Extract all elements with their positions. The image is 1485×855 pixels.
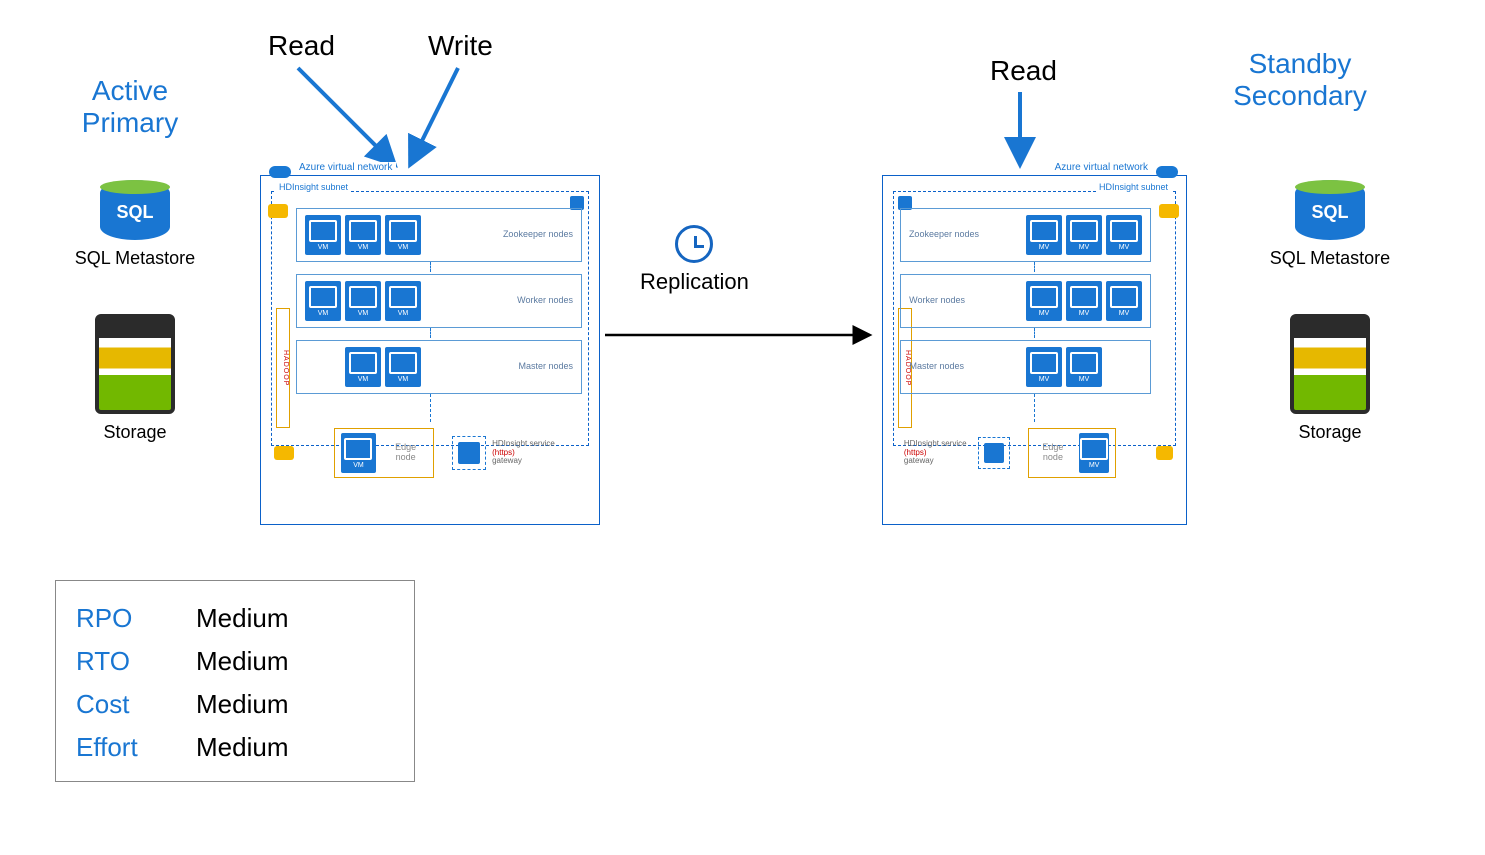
vm-icon bbox=[385, 281, 421, 321]
connector-icon bbox=[1034, 328, 1035, 338]
storage-icon bbox=[1290, 314, 1370, 414]
metric-key-rto: RTO bbox=[76, 640, 196, 683]
subnet-label: HDInsight subnet bbox=[276, 182, 351, 192]
vm-icon bbox=[1079, 433, 1109, 473]
label-active-primary: Active Primary bbox=[60, 75, 200, 139]
edge-node-label: Edge node bbox=[384, 443, 427, 463]
vm-icon bbox=[345, 281, 381, 321]
edge-node-label: Edge node bbox=[1035, 443, 1071, 463]
vnet-title: Azure virtual network bbox=[1051, 162, 1152, 173]
label-standby-secondary: Standby Secondary bbox=[1200, 48, 1400, 112]
replication-label: Replication bbox=[640, 269, 749, 295]
tier-label-zookeeper: Zookeeper nodes bbox=[503, 230, 573, 240]
clock-icon bbox=[675, 225, 713, 263]
connector-icon bbox=[1034, 262, 1035, 272]
tier-master: Master nodes bbox=[900, 340, 1151, 394]
sql-database-icon: SQL bbox=[100, 180, 170, 240]
vm-icon bbox=[1066, 347, 1102, 387]
label-read-secondary: Read bbox=[990, 55, 1057, 87]
tier-worker: Worker nodes bbox=[296, 274, 582, 328]
vm-icon bbox=[385, 347, 421, 387]
primary-side-stack: SQL SQL Metastore Storage bbox=[50, 180, 220, 443]
subnet-box: HDInsight subnet HADOOP Zookeeper nodes … bbox=[271, 191, 589, 446]
vm-icon bbox=[305, 281, 341, 321]
metric-val-effort: Medium bbox=[196, 726, 288, 769]
sql-metastore-label-right: SQL Metastore bbox=[1245, 248, 1415, 269]
vm-icon bbox=[385, 215, 421, 255]
connector-icon bbox=[430, 328, 431, 338]
vm-icon bbox=[1066, 281, 1102, 321]
vm-icon bbox=[1106, 281, 1142, 321]
metric-val-rpo: Medium bbox=[196, 597, 288, 640]
subnet-box: HDInsight subnet HADOOP Zookeeper nodes … bbox=[893, 191, 1176, 446]
hadoop-badge-icon bbox=[1156, 446, 1173, 460]
vnet-secondary: Azure virtual network HDInsight subnet H… bbox=[882, 175, 1187, 525]
tier-label-master: Master nodes bbox=[518, 362, 573, 372]
hadoop-badge-icon bbox=[1159, 204, 1179, 218]
hadoop-badge-icon bbox=[268, 204, 288, 218]
tier-label-zookeeper: Zookeeper nodes bbox=[909, 230, 979, 240]
vm-icon bbox=[1106, 215, 1142, 255]
tier-label-worker: Worker nodes bbox=[909, 296, 965, 306]
vm-icon bbox=[305, 215, 341, 255]
vm-icon bbox=[345, 347, 381, 387]
metric-key-rpo: RPO bbox=[76, 597, 196, 640]
hadoop-badge-icon bbox=[274, 446, 294, 460]
connector-icon bbox=[430, 394, 431, 422]
storage-label-right: Storage bbox=[1245, 422, 1415, 443]
metric-val-rto: Medium bbox=[196, 640, 288, 683]
sql-metastore-label-left: SQL Metastore bbox=[50, 248, 220, 269]
tier-zookeeper: Zookeeper nodes bbox=[900, 208, 1151, 262]
connector-icon bbox=[1034, 394, 1035, 422]
gateway-icon bbox=[452, 436, 486, 470]
vm-icon bbox=[1026, 281, 1062, 321]
gateway-icon bbox=[978, 437, 1010, 469]
replication-block: Replication bbox=[640, 225, 749, 295]
sql-badge-text: SQL bbox=[100, 202, 170, 223]
vnet-title: Azure virtual network bbox=[295, 162, 396, 173]
cloud-icon bbox=[1156, 166, 1178, 178]
storage-icon bbox=[95, 314, 175, 414]
metric-key-effort: Effort bbox=[76, 726, 196, 769]
cloud-icon bbox=[269, 166, 291, 178]
vnet-primary: Azure virtual network HDInsight subnet H… bbox=[260, 175, 600, 525]
edge-node-box: Edge node bbox=[334, 428, 434, 478]
sql-database-icon: SQL bbox=[1295, 180, 1365, 240]
metric-val-cost: Medium bbox=[196, 683, 288, 726]
connector-icon bbox=[430, 262, 431, 272]
gateway-label: HDInsight service (https) gateway bbox=[904, 440, 972, 466]
tier-label-worker: Worker nodes bbox=[517, 296, 573, 306]
tier-master: Master nodes bbox=[296, 340, 582, 394]
subnet-label: HDInsight subnet bbox=[1096, 182, 1171, 192]
vm-icon bbox=[345, 215, 381, 255]
label-read-primary: Read bbox=[268, 30, 335, 62]
secondary-side-stack: SQL SQL Metastore Storage bbox=[1245, 180, 1415, 443]
vm-icon bbox=[1026, 347, 1062, 387]
storage-label-left: Storage bbox=[50, 422, 220, 443]
hadoop-band: HADOOP bbox=[276, 308, 290, 428]
metrics-row: Effort Medium bbox=[76, 726, 394, 769]
metrics-row: Cost Medium bbox=[76, 683, 394, 726]
metrics-table: RPO Medium RTO Medium Cost Medium Effort… bbox=[55, 580, 415, 782]
vm-icon bbox=[341, 433, 376, 473]
gateway-label: HDInsight service (https) gateway bbox=[492, 440, 578, 466]
tier-label-master: Master nodes bbox=[909, 362, 964, 372]
metrics-row: RPO Medium bbox=[76, 597, 394, 640]
vm-icon bbox=[1026, 215, 1062, 255]
tier-zookeeper: Zookeeper nodes bbox=[296, 208, 582, 262]
label-write-primary: Write bbox=[428, 30, 493, 62]
sql-badge-text: SQL bbox=[1295, 202, 1365, 223]
metric-key-cost: Cost bbox=[76, 683, 196, 726]
vm-icon bbox=[1066, 215, 1102, 255]
metrics-row: RTO Medium bbox=[76, 640, 394, 683]
tier-worker: Worker nodes bbox=[900, 274, 1151, 328]
edge-node-box: Edge node bbox=[1028, 428, 1116, 478]
